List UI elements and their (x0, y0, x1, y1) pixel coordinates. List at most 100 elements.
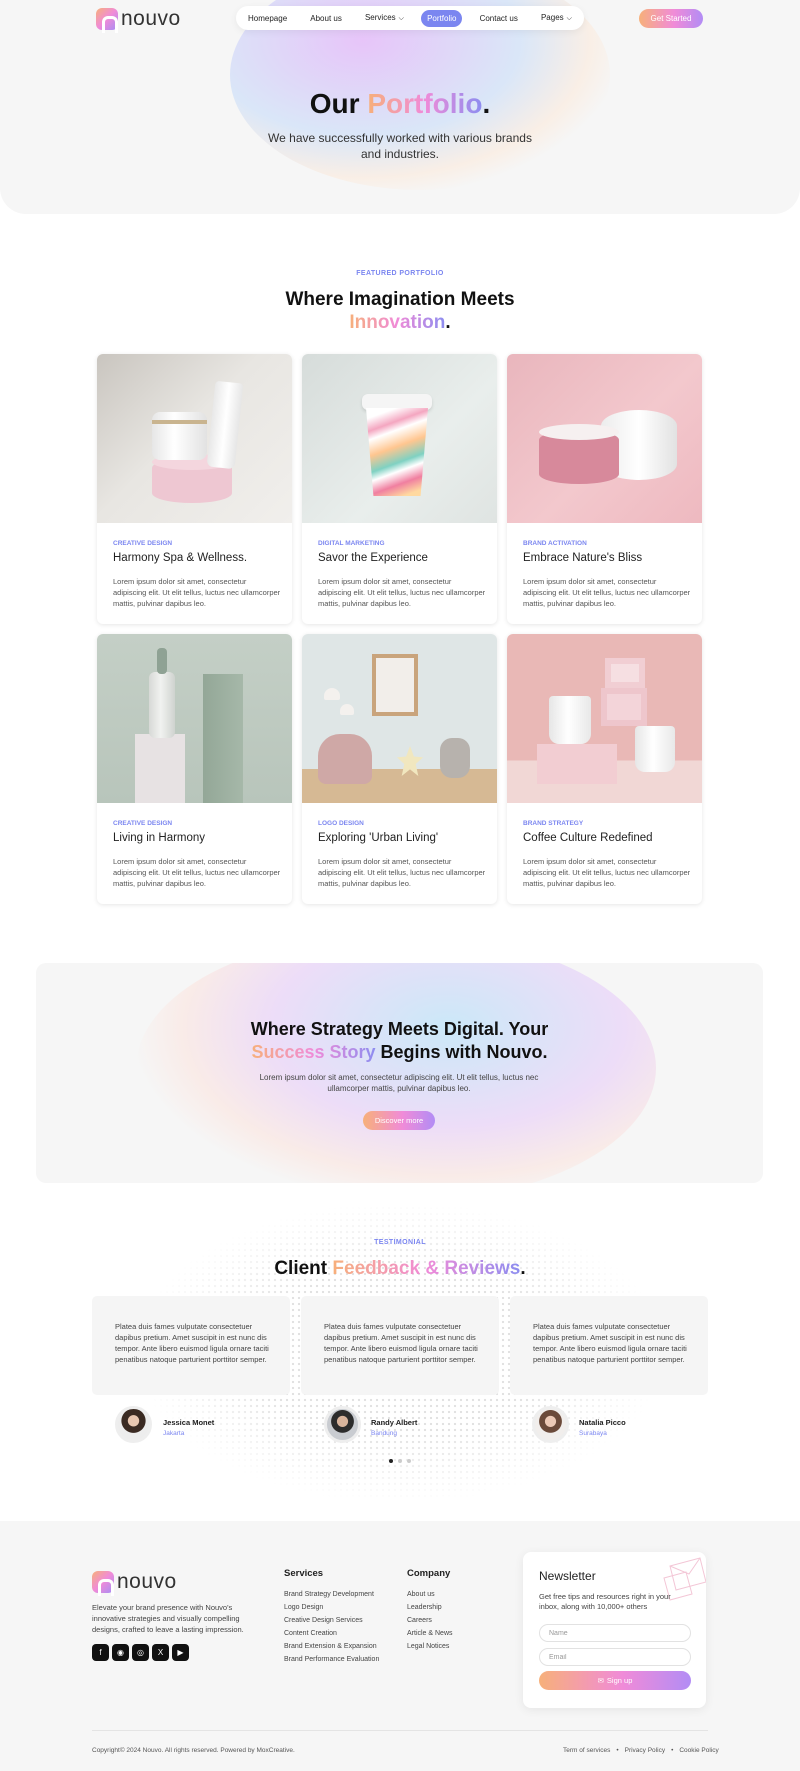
testimonial-card: Platea duis fames vulputate consectetuer… (92, 1296, 290, 1395)
card-category: LOGO DESIGN (318, 820, 364, 827)
featured-eyebrow: FEATURED PORTFOLIO (356, 270, 444, 277)
card-title: Coffee Culture Redefined (523, 832, 653, 844)
footer-link[interactable]: Content Creation (284, 1630, 337, 1637)
header-logo[interactable]: nouvo (96, 7, 181, 33)
email-input[interactable] (539, 1648, 691, 1666)
testimonial-card: Platea duis fames vulputate consectetuer… (301, 1296, 499, 1395)
card-title: Embrace Nature's Bliss (523, 552, 643, 564)
page-title: Our Portfolio. (309, 88, 491, 119)
card-category: CREATIVE DESIGN (113, 540, 173, 547)
sign-up-button[interactable]: ✉ Sign up (539, 1671, 691, 1690)
testimonial-name: Randy Albert (371, 1418, 418, 1427)
nav-item-homepage[interactable]: Homepage (242, 10, 293, 27)
testimonial-name: Jessica Monet (163, 1418, 215, 1427)
carousel-dot-active[interactable] (389, 1459, 393, 1463)
chevron-down-icon: ⌵ (566, 15, 572, 22)
card-text: Lorem ipsum dolor sit amet, consectetur … (113, 577, 281, 608)
footer-link[interactable]: Brand Strategy Development (284, 1591, 374, 1598)
white-mugs-on-pink-blocks-photo (507, 634, 702, 803)
logo-text: nouvo (121, 7, 181, 30)
testimonial-card: Platea duis fames vulputate consectetuer… (510, 1296, 708, 1395)
card-category: BRAND STRATEGY (523, 820, 584, 827)
testimonial-text: Platea duis fames vulputate consectetuer… (324, 1322, 478, 1364)
footer-link[interactable]: About us (407, 1591, 435, 1598)
pink-cream-jars-photo (507, 354, 702, 523)
footer-link[interactable]: Careers (407, 1617, 432, 1624)
hero-section: nouvo Homepage About us Services ⌵ Portfo… (0, 0, 800, 214)
card-text: Lorem ipsum dolor sit amet, consectetur … (523, 857, 691, 888)
avatar (324, 1406, 361, 1443)
nav-item-portfolio[interactable]: Portfolio (421, 9, 463, 27)
carousel-dot[interactable] (407, 1459, 411, 1463)
paper-coffee-cup-photo (302, 354, 497, 523)
avatar (115, 1406, 152, 1443)
name-input[interactable] (539, 1624, 691, 1642)
separator-dot: • (616, 1747, 619, 1754)
carousel-dot[interactable] (398, 1459, 402, 1463)
nav-item-pages[interactable]: Pages ⌵ (535, 9, 578, 27)
portfolio-card[interactable]: DIGITAL MARKETING Savor the Experience L… (302, 354, 497, 624)
instagram-icon[interactable]: ◉ (112, 1644, 129, 1661)
testimonial-eyebrow: TESTIMONIAL (374, 1239, 426, 1246)
terms-link[interactable]: Term of services (563, 1747, 610, 1754)
card-category: CREATIVE DESIGN (113, 820, 173, 827)
cta-text: Lorem ipsum dolor sit amet, consectetur … (259, 1073, 539, 1093)
copyright-text: Copyright© 2024 Nouvo. All rights reserv… (92, 1747, 295, 1754)
card-category: DIGITAL MARKETING (318, 540, 385, 547)
card-title: Savor the Experience (318, 552, 428, 564)
main-nav: Homepage About us Services ⌵ Portfolio Co… (236, 6, 584, 30)
facebook-icon[interactable]: f (92, 1644, 109, 1661)
footer-link[interactable]: Leadership (407, 1604, 442, 1611)
company-heading: Company (407, 1568, 451, 1579)
get-started-button[interactable]: Get Started (639, 9, 703, 28)
youtube-icon[interactable]: ▶ (172, 1644, 189, 1661)
portfolio-card[interactable]: CREATIVE DESIGN Living in Harmony Lorem … (97, 634, 292, 904)
chevron-down-icon: ⌵ (398, 15, 404, 22)
card-title: Living in Harmony (113, 832, 206, 844)
x-icon[interactable]: X (152, 1644, 169, 1661)
legal-links: Term of services • Privacy Policy • Cook… (563, 1747, 719, 1754)
portfolio-card[interactable]: BRAND ACTIVATION Embrace Nature's Bliss … (507, 354, 702, 624)
testimonial-city: Bandung (371, 1430, 398, 1437)
newsletter-title: Newsletter (539, 1569, 596, 1583)
footer-description: Elevate your brand presence with Nouvo's… (92, 1603, 244, 1634)
footer-logo[interactable]: nouvo (92, 1570, 177, 1596)
portfolio-card[interactable]: CREATIVE DESIGN Harmony Spa & Wellness. … (97, 354, 292, 624)
cta-title: Where Strategy Meets Digital. Your Succe… (250, 1019, 549, 1062)
separator-dot: • (671, 1747, 674, 1754)
footer-link[interactable]: Brand Performance Evaluation (284, 1656, 379, 1663)
nav-item-about[interactable]: About us (304, 10, 348, 27)
card-text: Lorem ipsum dolor sit amet, consectetur … (318, 857, 486, 888)
nav-item-contact[interactable]: Contact us (474, 10, 524, 27)
portfolio-card[interactable]: BRAND STRATEGY Coffee Culture Redefined … (507, 634, 702, 904)
discover-more-button[interactable]: Discover more (363, 1111, 435, 1130)
card-text: Lorem ipsum dolor sit amet, consectetur … (113, 857, 281, 888)
footer-link[interactable]: Logo Design (284, 1604, 323, 1611)
card-text: Lorem ipsum dolor sit amet, consectetur … (318, 577, 486, 608)
dribbble-icon[interactable]: ◎ (132, 1644, 149, 1661)
newsletter-card: Newsletter Get free tips and resources r… (523, 1552, 706, 1708)
testimonial-city: Jakarta (163, 1430, 185, 1437)
logo-mark-icon (92, 1571, 114, 1596)
testimonial-city: Surabaya (579, 1430, 607, 1437)
newsletter-text: Get free tips and resources right in you… (539, 1592, 671, 1611)
privacy-link[interactable]: Privacy Policy (625, 1747, 665, 1754)
footer-link[interactable]: Creative Design Services (284, 1617, 363, 1624)
cosmetic-jar-and-tube-photo (97, 354, 292, 523)
testimonial-text: Platea duis fames vulputate consectetuer… (533, 1322, 687, 1364)
footer-link[interactable]: Article & News (407, 1630, 453, 1637)
card-title: Exploring 'Urban Living' (318, 832, 439, 844)
hero-subtitle: We have successfully worked with various… (268, 131, 532, 161)
footer-link[interactable]: Legal Notices (407, 1643, 449, 1650)
testimonial-name: Natalia Picco (579, 1418, 626, 1427)
cookie-link[interactable]: Cookie Policy (679, 1747, 718, 1754)
portfolio-card[interactable]: LOGO DESIGN Exploring 'Urban Living' Lor… (302, 634, 497, 904)
nav-item-services[interactable]: Services ⌵ (359, 9, 410, 27)
kids-room-interior-photo (302, 634, 497, 803)
services-heading: Services (284, 1568, 324, 1579)
footer-link[interactable]: Brand Extension & Expansion (284, 1643, 377, 1650)
footer-divider (92, 1730, 708, 1731)
footer: nouvo Elevate your brand presence with N… (0, 1521, 800, 1771)
logo-text: nouvo (117, 1570, 177, 1593)
cta-section: Where Strategy Meets Digital. Your Succe… (36, 963, 763, 1183)
